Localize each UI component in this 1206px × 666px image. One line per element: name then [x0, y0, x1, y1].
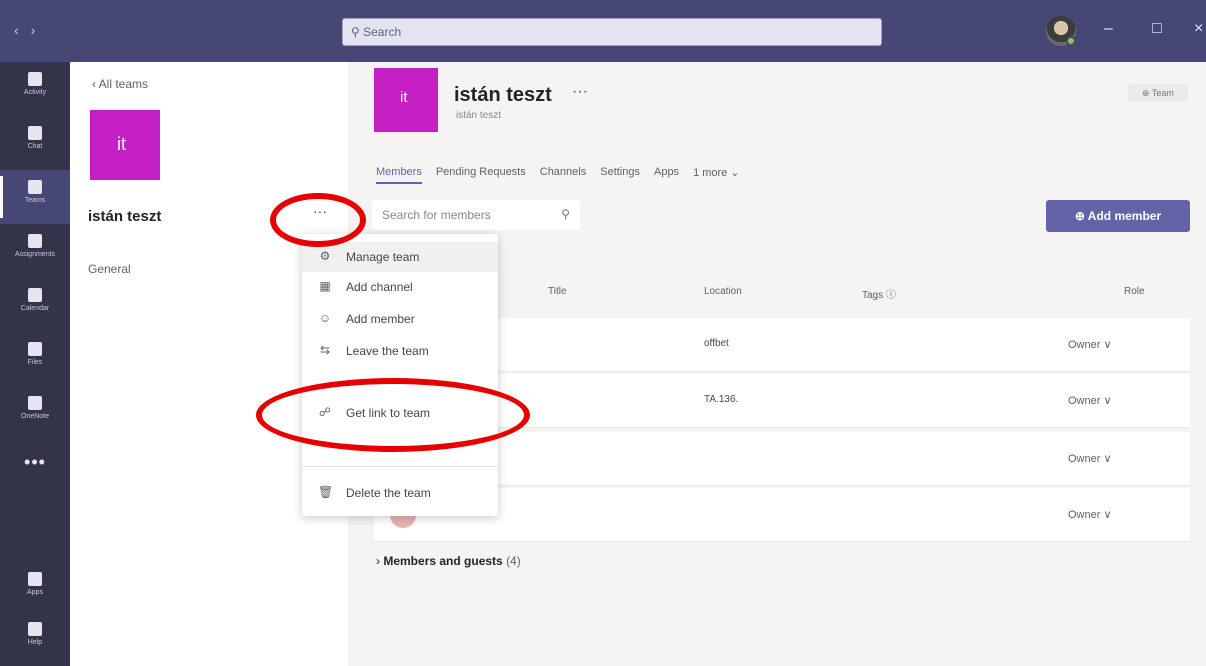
back-arrow-icon[interactable]: ‹	[14, 22, 31, 38]
role-dropdown[interactable]: Owner ∨	[1068, 338, 1112, 351]
tab-apps[interactable]: Apps	[654, 166, 679, 184]
column-header-location: Location	[704, 286, 742, 297]
all-teams-link[interactable]: ‹ All teams	[92, 77, 148, 91]
rail-label: Activity	[23, 89, 47, 96]
menu-item-add-channel[interactable]: ▦ Add channel	[302, 272, 498, 302]
members-and-guests-count: (4)	[506, 554, 521, 568]
bell-icon	[28, 72, 42, 86]
tab-channels[interactable]: Channels	[540, 166, 586, 184]
rail-label: Calendar	[20, 305, 50, 312]
annotation-oval-get-link	[256, 378, 530, 452]
global-search-placeholder: Search	[363, 25, 402, 39]
channel-icon: ▦	[319, 279, 331, 293]
menu-item-leave-team[interactable]: ⇆ Leave the team	[302, 336, 498, 366]
tab-more[interactable]: 1 more ⌄	[693, 166, 740, 184]
page-subtitle: istán teszt	[456, 110, 502, 121]
onenote-icon	[28, 396, 42, 410]
search-icon: ⚲	[351, 25, 364, 39]
more-apps-button[interactable]: •••	[0, 452, 70, 473]
team-avatar: it	[374, 68, 438, 132]
title-bar: ‹› ⚲ Search – □ ×	[0, 0, 1206, 62]
add-member-label: Add member	[1087, 209, 1162, 223]
tab-settings[interactable]: Settings	[600, 166, 640, 184]
menu-item-manage-team[interactable]: ⚙ Manage team	[302, 242, 498, 272]
role-dropdown[interactable]: Owner ∨	[1068, 508, 1112, 521]
chat-icon	[28, 126, 42, 140]
rail-item-activity[interactable]: Activity	[0, 62, 70, 116]
rail-label: Chat	[27, 143, 43, 150]
help-icon	[28, 622, 42, 636]
files-icon	[28, 342, 42, 356]
column-header-title: Title	[548, 286, 567, 297]
member-search-input[interactable]: Search for members ⚲	[372, 200, 580, 230]
page-title: istán teszt	[454, 84, 552, 106]
calendar-icon	[28, 288, 42, 302]
menu-item-label: Leave the team	[346, 344, 429, 358]
add-person-icon: ☺	[318, 311, 332, 325]
trash-icon: 🗑	[318, 485, 334, 499]
team-type-badge: ⊕ Team	[1128, 84, 1188, 102]
team-context-menu: ⚙ Manage team ▦ Add channel ☺ Add member…	[302, 234, 498, 516]
title-more-options-button[interactable]: ···	[572, 83, 588, 101]
teams-icon	[28, 180, 42, 194]
rail-item-onenote[interactable]: OneNote	[0, 386, 70, 440]
maximize-button[interactable]: □	[1152, 20, 1162, 38]
member-location: TA.136.	[704, 394, 739, 405]
team-name: istán teszt	[88, 208, 162, 225]
minimize-button[interactable]: –	[1104, 20, 1113, 38]
members-and-guests-label: Members and guests	[383, 554, 503, 568]
assignments-icon	[28, 234, 42, 248]
leave-icon: ⇆	[319, 343, 331, 357]
rail-item-files[interactable]: Files	[0, 332, 70, 386]
rail-label: Help	[27, 639, 43, 646]
close-button[interactable]: ×	[1194, 20, 1203, 38]
member-location: offbet	[704, 338, 729, 349]
role-dropdown[interactable]: Owner ∨	[1068, 452, 1112, 465]
gear-icon: ⚙	[319, 249, 331, 263]
role-dropdown[interactable]: Owner ∨	[1068, 394, 1112, 407]
rail-item-teams[interactable]: Teams	[0, 170, 70, 224]
presence-available-icon	[1066, 36, 1076, 46]
menu-item-label: Add channel	[346, 280, 413, 294]
rail-label: Apps	[27, 589, 43, 596]
channel-general[interactable]: General	[88, 262, 131, 276]
tab-members[interactable]: Members	[376, 166, 422, 184]
menu-divider	[302, 466, 498, 467]
team-avatar-large: it	[90, 110, 160, 180]
menu-item-label: Add member	[346, 312, 415, 326]
forward-arrow-icon[interactable]: ›	[31, 22, 48, 38]
menu-item-add-member[interactable]: ☺ Add member	[302, 304, 498, 334]
rail-label: Assignments	[14, 251, 56, 258]
rail-label: Teams	[24, 197, 46, 204]
rail-item-chat[interactable]: Chat	[0, 116, 70, 170]
add-person-icon: ⊕	[1074, 209, 1088, 223]
annotation-oval-more-button	[270, 193, 366, 247]
add-member-button[interactable]: ⊕ Add member	[1046, 200, 1190, 232]
all-teams-label: All teams	[98, 77, 149, 91]
member-search-placeholder: Search for members	[382, 208, 491, 222]
search-icon: ⚲	[561, 207, 570, 221]
apps-icon	[28, 572, 42, 586]
rail-item-assignments[interactable]: Assignments	[0, 224, 70, 278]
rail-item-calendar[interactable]: Calendar	[0, 278, 70, 332]
rail-label: Files	[27, 359, 43, 366]
members-and-guests-section[interactable]: › Members and guests (4)	[376, 554, 521, 568]
menu-item-delete-team[interactable]: 🗑 Delete the team	[302, 478, 498, 508]
app-rail: Activity Chat Teams Assignments Calendar…	[0, 62, 70, 666]
rail-item-help[interactable]: Help	[0, 612, 70, 666]
menu-item-label: Manage team	[346, 250, 420, 264]
global-search-input[interactable]: ⚲ Search	[342, 18, 882, 46]
tab-bar: Members Pending Requests Channels Settin…	[376, 166, 740, 184]
menu-item-label: Delete the team	[346, 486, 431, 500]
tab-pending-requests[interactable]: Pending Requests	[436, 166, 526, 184]
rail-label: OneNote	[20, 413, 50, 420]
column-header-role: Role	[1124, 286, 1145, 297]
rail-item-apps[interactable]: Apps	[0, 562, 70, 616]
nav-arrows: ‹›	[14, 22, 47, 38]
column-header-tags: Tags ⓘ	[862, 290, 896, 301]
